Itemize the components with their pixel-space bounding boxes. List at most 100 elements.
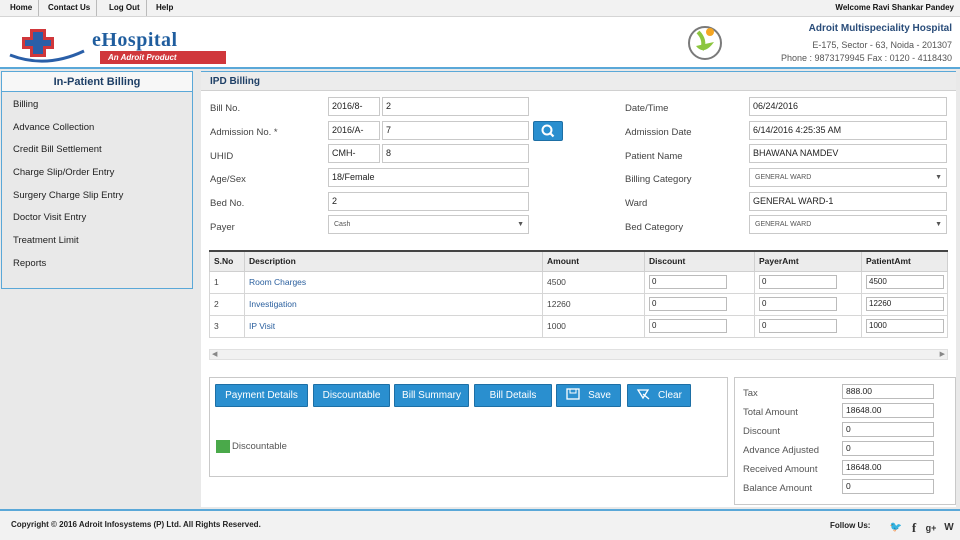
scroll-left-arrow-icon[interactable]: ◀ [212,350,217,360]
discountable-legend-label: Discountable [232,441,287,452]
bill-summary-button[interactable]: Bill Summary [394,384,469,407]
bed-category-label: Bed Category [625,222,684,233]
row-description-link[interactable]: Room Charges [244,270,543,294]
row-patient-cell: 1000 [861,314,948,338]
header: eHospital An Adroit Product Adroit Multi… [0,17,960,69]
sidebar-item-billing[interactable]: Billing [2,94,192,117]
patient-name-label: Patient Name [625,151,683,162]
save-label: Save [588,390,611,401]
ward-field[interactable]: GENERAL WARD-1 [749,192,947,211]
patient-name-field[interactable]: BHAWANA NAMDEV [749,144,947,163]
row-payer-cell: 0 [754,292,862,316]
admission-no-prefix-field[interactable]: 2016/A- [328,121,380,140]
discount-field[interactable]: 0 [842,422,934,437]
table-horizontal-scrollbar[interactable]: ◀ ▶ [209,349,948,360]
sidebar-item-treatment-limit[interactable]: Treatment Limit [2,230,192,253]
billing-category-select[interactable]: GENERAL WARD ▼ [749,168,947,187]
bill-no-field[interactable]: 2 [382,97,529,116]
payment-details-button[interactable]: Payment Details [215,384,308,407]
clear-label: Clear [658,390,682,401]
discountable-button[interactable]: Discountable [313,384,390,407]
bed-category-select[interactable]: GENERAL WARD ▼ [749,215,947,234]
received-amount-field[interactable]: 18648.00 [842,460,934,475]
row-payer-cell: 0 [754,270,862,294]
top-navigation: Home Contact Us Log Out Help Welcome Rav… [0,0,960,17]
follow-us-label: Follow Us: [830,521,871,530]
nav-home-link[interactable]: Home [4,0,40,16]
row-patient-cell: 12260 [861,292,948,316]
eraser-icon [636,389,650,400]
balance-amount-field[interactable]: 0 [842,479,934,494]
table-row: 3 IP Visit 1000 0 0 1000 [209,314,948,338]
sidebar-item-doctor-visit-entry[interactable]: Doctor Visit Entry [2,207,192,230]
uhid-prefix-field[interactable]: CMH- [328,144,380,163]
bill-no-label: Bill No. [210,103,241,114]
admission-no-field[interactable]: 7 [382,121,529,140]
admission-search-button[interactable] [533,121,563,141]
sidebar-item-credit-bill-settlement[interactable]: Credit Bill Settlement [2,139,192,162]
column-header-description: Description [244,250,543,272]
row-amount: 4500 [542,270,645,294]
sidebar-item-charge-slip-order-entry[interactable]: Charge Slip/Order Entry [2,162,192,185]
app-logo-text: eHospital [92,29,178,51]
advance-adjusted-field[interactable]: 0 [842,441,934,456]
scroll-right-arrow-icon[interactable]: ▶ [940,350,945,360]
patient-amt-input[interactable]: 4500 [866,275,944,289]
uhid-field[interactable]: 8 [382,144,529,163]
payer-select-value: Cash [334,221,351,228]
bill-no-prefix-field[interactable]: 2016/8- [328,97,380,116]
uhid-label: UHID [210,151,234,162]
row-sno: 1 [209,270,245,294]
page-title: IPD Billing [201,72,956,91]
dropdown-arrow-icon: ▼ [935,174,942,181]
facebook-icon[interactable]: f [906,520,922,536]
payer-amt-input[interactable]: 0 [759,275,837,289]
date-time-field[interactable]: 06/24/2016 [749,97,947,116]
age-sex-label: Age/Sex [210,174,246,185]
age-sex-field[interactable]: 18/Female [328,168,529,187]
received-amount-label: Received Amount [743,464,818,475]
search-icon [541,124,555,138]
payer-amt-input[interactable]: 0 [759,319,837,333]
nav-help-link[interactable]: Help [150,0,179,16]
nav-contact-link[interactable]: Contact Us [42,0,98,16]
bed-no-label: Bed No. [210,198,245,209]
nav-logout-link[interactable]: Log Out [103,0,147,16]
sidebar-item-advance-collection[interactable]: Advance Collection [2,117,192,140]
payer-select[interactable]: Cash ▼ [328,215,529,234]
wordpress-icon[interactable]: W [941,520,957,536]
row-patient-cell: 4500 [861,270,948,294]
discount-input[interactable]: 0 [649,275,727,289]
row-payer-cell: 0 [754,314,862,338]
sidebar: In-Patient Billing Billing Advance Colle… [1,71,193,289]
bed-category-value: GENERAL WARD [755,221,812,228]
total-amount-label: Total Amount [743,407,798,418]
column-header-discount: Discount [644,250,755,272]
row-description-link[interactable]: IP Visit [244,314,543,338]
hospital-name: Adroit Multispeciality Hospital [808,23,952,34]
payer-amt-input[interactable]: 0 [759,297,837,311]
save-button[interactable]: Save [556,384,621,407]
row-sno: 3 [209,314,245,338]
medical-cross-logo-icon [9,29,85,63]
patient-amt-input[interactable]: 1000 [866,319,944,333]
clear-button[interactable]: Clear [627,384,691,407]
bill-details-button[interactable]: Bill Details [474,384,552,407]
row-description-link[interactable]: Investigation [244,292,543,316]
balance-amount-label: Balance Amount [743,483,813,494]
bed-no-field[interactable]: 2 [328,192,529,211]
table-row: 2 Investigation 12260 0 0 12260 [209,292,948,316]
discount-input[interactable]: 0 [649,297,727,311]
discount-input[interactable]: 0 [649,319,727,333]
sidebar-item-surgery-charge-slip-entry[interactable]: Surgery Charge Slip Entry [2,185,192,208]
charges-table: S.No Description Amount Discount PayerAm… [209,250,948,338]
admission-date-label: Admission Date [625,127,692,138]
tax-field[interactable]: 888.00 [842,384,934,399]
sidebar-item-reports[interactable]: Reports [2,253,192,276]
twitter-icon[interactable]: 🐦 [888,520,904,536]
patient-amt-input[interactable]: 12260 [866,297,944,311]
total-amount-field[interactable]: 18648.00 [842,403,934,418]
admission-date-field[interactable]: 6/14/2016 4:25:35 AM [749,121,947,140]
hospital-phone: Phone : 9873179945 Fax : 0120 - 4118430 [781,53,952,63]
googleplus-icon[interactable]: g+ [923,520,939,536]
